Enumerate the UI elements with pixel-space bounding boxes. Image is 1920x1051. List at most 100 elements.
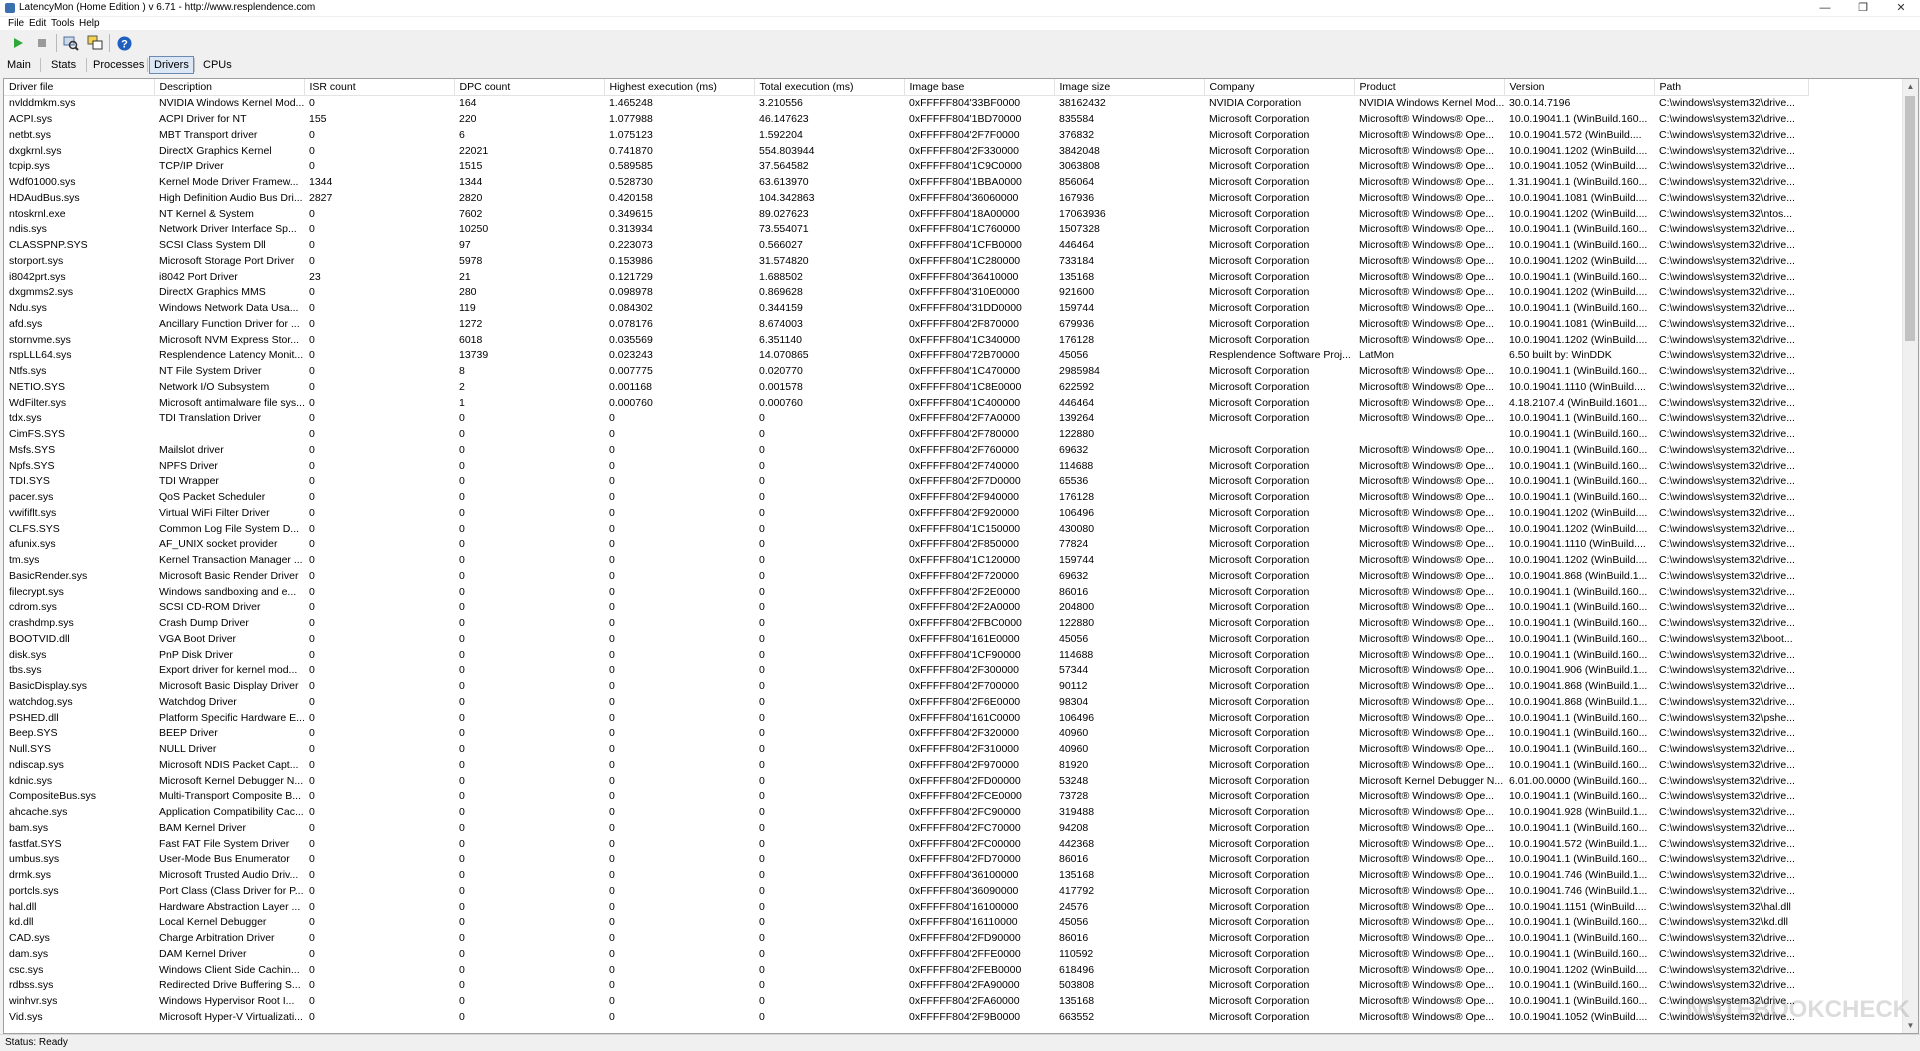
table-row[interactable]: disk.sys PnP Disk Driver 0 0 0 0 0xFFFFF804'1C…	[4, 647, 1808, 663]
table-cell: CLFS.SYS	[9, 522, 60, 535]
table-row[interactable]: afunix.sys AF_UNIX socket provider 0 0 0 0 0xF…	[4, 537, 1808, 553]
table-row[interactable]: tdx.sys TDI Translation Driver 0 0 0 0 0xFFFFF…	[4, 411, 1808, 427]
table-row[interactable]: Npfs.SYS NPFS Driver 0 0 0 0 0xFFFFF804'2F7400…	[4, 458, 1808, 474]
column-header[interactable]: Total execution (ms)	[754, 79, 905, 96]
column-header[interactable]: DPC count	[454, 79, 605, 96]
table-row[interactable]: BOOTVID.dll VGA Boot Driver 0 0 0 0 0xFFFFF804…	[4, 632, 1808, 648]
stop-icon[interactable]	[33, 34, 51, 52]
close-button[interactable]: ✕	[1882, 0, 1920, 16]
table-row[interactable]: TDI.SYS TDI Wrapper 0 0 0 0 0xFFFFF804'2F7D000…	[4, 474, 1808, 490]
table-row[interactable]: Ntfs.sys NT File System Driver 0 8 0.007775 0…	[4, 364, 1808, 380]
column-header[interactable]: Version	[1504, 79, 1655, 96]
table-cell: DirectX Graphics Kernel	[159, 144, 272, 157]
scan-icon[interactable]	[62, 34, 80, 52]
tab-stats[interactable]: Stats	[46, 56, 81, 74]
column-header[interactable]: Description	[154, 79, 305, 96]
table-row[interactable]: CLFS.SYS Common Log File System D... 0 0 0 0 0…	[4, 521, 1808, 537]
table-row[interactable]: crashdmp.sys Crash Dump Driver 0 0 0 0 0xFFFFF…	[4, 616, 1808, 632]
table-row[interactable]: NETIO.SYS Network I/O Subsystem 0 2 0.001168…	[4, 380, 1808, 396]
table-row[interactable]: WdFilter.sys Microsoft antimalware file s…	[4, 395, 1808, 411]
table-row[interactable]: vwififlt.sys Virtual WiFi Filter Driver 0 0…	[4, 506, 1808, 522]
table-row[interactable]: ndiscap.sys Microsoft NDIS Packet Capt...…	[4, 758, 1808, 774]
table-cell: 0	[609, 428, 615, 441]
table-row[interactable]: filecrypt.sys Windows sandboxing and e...…	[4, 584, 1808, 600]
column-header[interactable]: Company	[1204, 79, 1355, 96]
table-cell: 0	[759, 963, 765, 976]
table-row[interactable]: nvlddmkm.sys NVIDIA Windows Kernel Mod...…	[4, 96, 1808, 112]
table-row[interactable]: winhvr.sys Windows Hypervisor Root I... 0 0…	[4, 994, 1808, 1010]
table-row[interactable]: afd.sys Ancillary Function Driver for ...…	[4, 317, 1808, 333]
column-header[interactable]: Highest execution (ms)	[604, 79, 755, 96]
table-row[interactable]: tbs.sys Export driver for kernel mod... 0 0…	[4, 663, 1808, 679]
windows-icon[interactable]	[86, 34, 104, 52]
table-row[interactable]: ntoskrnl.exe NT Kernel & System 0 7602 0.349…	[4, 206, 1808, 222]
table-row[interactable]: Wdf01000.sys Kernel Mode Driver Framew...…	[4, 175, 1808, 191]
menu-help[interactable]: Help	[79, 17, 100, 30]
scroll-up-icon[interactable]: ▲	[1903, 79, 1918, 94]
table-row[interactable]: netbt.sys MBT Transport driver 0 6 1.075123 1…	[4, 128, 1808, 144]
table-row[interactable]: drmk.sys Microsoft Trusted Audio Driv... 0…	[4, 868, 1808, 884]
table-row[interactable]: i8042prt.sys i8042 Port Driver 23 21 0.12172…	[4, 269, 1808, 285]
table-row[interactable]: Msfs.SYS Mailslot driver 0 0 0 0 0xFFFFF804'2F…	[4, 443, 1808, 459]
play-icon[interactable]	[9, 34, 27, 52]
table-row[interactable]: stornvme.sys Microsoft NVM Express Stor..…	[4, 332, 1808, 348]
table-row[interactable]: cdrom.sys SCSI CD-ROM Driver 0 0 0 0 0xFFFFF80…	[4, 600, 1808, 616]
table-row[interactable]: CAD.sys Charge Arbitration Driver 0 0 0 0 0xFF…	[4, 931, 1808, 947]
table-row[interactable]: rspLLL64.sys Resplendence Latency Monit..…	[4, 348, 1808, 364]
table-row[interactable]: tm.sys Kernel Transaction Manager ... 0 0 0 0…	[4, 553, 1808, 569]
tab-processes[interactable]: Processes	[88, 56, 149, 74]
table-row[interactable]: tcpip.sys TCP/IP Driver 0 1515 0.589585 37.56…	[4, 159, 1808, 175]
table-row[interactable]: storport.sys Microsoft Storage Port Drive…	[4, 254, 1808, 270]
table-row[interactable]: BasicDisplay.sys Microsoft Basic Display …	[4, 679, 1808, 695]
table-row[interactable]: pacer.sys QoS Packet Scheduler 0 0 0 0 0xFFFFF…	[4, 490, 1808, 506]
table-row[interactable]: CimFS.SYS 0 0 0 0 0xFFFFF804'2F780000 122880 10…	[4, 427, 1808, 443]
table-cell: 0	[609, 569, 615, 582]
tab-drivers[interactable]: Drivers	[149, 56, 194, 74]
table-row[interactable]: ACPI.sys ACPI Driver for NT 155 220 1.077988…	[4, 112, 1808, 128]
menu-tools[interactable]: Tools	[51, 17, 74, 30]
column-header[interactable]: Product	[1354, 79, 1505, 96]
vertical-scrollbar[interactable]: ▲ ▼	[1902, 79, 1918, 1033]
table-row[interactable]: csc.sys Windows Client Side Cachin... 0 0 0 0…	[4, 962, 1808, 978]
table-cell: ndiscap.sys	[9, 758, 64, 771]
table-row[interactable]: dam.sys DAM Kernel Driver 0 0 0 0 0xFFFFF804'2…	[4, 947, 1808, 963]
minimize-button[interactable]: —	[1806, 0, 1844, 16]
table-row[interactable]: hal.dll Hardware Abstraction Layer ... 0 0 0…	[4, 899, 1808, 915]
column-header[interactable]: Image size	[1054, 79, 1205, 96]
tab-cpus[interactable]: CPUs	[198, 56, 237, 74]
table-row[interactable]: ndis.sys Network Driver Interface Sp... 0 1…	[4, 222, 1808, 238]
table-row[interactable]: CLASSPNP.SYS SCSI Class System Dll 0 97 0.22…	[4, 238, 1808, 254]
table-row[interactable]: Vid.sys Microsoft Hyper-V Virtualizati...…	[4, 1010, 1808, 1026]
table-row[interactable]: dxgmms2.sys DirectX Graphics MMS 0 280 0.098…	[4, 285, 1808, 301]
table-row[interactable]: PSHED.dll Platform Specific Hardware E...…	[4, 710, 1808, 726]
menu-edit[interactable]: Edit	[29, 17, 46, 30]
column-header[interactable]: Path	[1654, 79, 1809, 96]
table-row[interactable]: bam.sys BAM Kernel Driver 0 0 0 0 0xFFFFF804'2…	[4, 821, 1808, 837]
tab-main[interactable]: Main	[2, 56, 36, 74]
table-row[interactable]: Beep.SYS BEEP Driver 0 0 0 0 0xFFFFF804'2F3200…	[4, 726, 1808, 742]
scrollbar-thumb[interactable]	[1905, 96, 1915, 341]
table-row[interactable]: kd.dll Local Kernel Debugger 0 0 0 0 0xFFFFF80…	[4, 915, 1808, 931]
menu-file[interactable]: File	[8, 17, 24, 30]
table-row[interactable]: CompositeBus.sys Multi-Transport Composit…	[4, 789, 1808, 805]
column-header[interactable]: Driver file	[4, 79, 155, 96]
table-row[interactable]: rdbss.sys Redirected Drive Buffering S...…	[4, 978, 1808, 994]
table-row[interactable]: ahcache.sys Application Compatibility Cac…	[4, 805, 1808, 821]
drivers-list[interactable]: Driver file Description ISR count DPC count…	[3, 78, 1919, 1034]
table-row[interactable]: fastfat.SYS Fast FAT File System Driver 0 0…	[4, 836, 1808, 852]
table-row[interactable]: dxgkrnl.sys DirectX Graphics Kernel 0 22021…	[4, 143, 1808, 159]
table-cell: Microsoft® Windows® Ope...	[1359, 207, 1495, 220]
column-header[interactable]: Image base	[904, 79, 1055, 96]
table-row[interactable]: umbus.sys User-Mode Bus Enumerator 0 0 0 0 0xF…	[4, 852, 1808, 868]
table-row[interactable]: portcls.sys Port Class (Class Driver for …	[4, 884, 1808, 900]
table-row[interactable]: Null.SYS NULL Driver 0 0 0 0 0xFFFFF804'2F3100…	[4, 742, 1808, 758]
help-icon[interactable]: ?	[115, 34, 133, 52]
table-row[interactable]: Ndu.sys Windows Network Data Usa... 0 119 0.…	[4, 301, 1808, 317]
table-row[interactable]: BasicRender.sys Microsoft Basic Render Dr…	[4, 569, 1808, 585]
table-row[interactable]: watchdog.sys Watchdog Driver 0 0 0 0 0xFFFFF80…	[4, 695, 1808, 711]
table-cell: 0	[309, 853, 315, 866]
column-header[interactable]: ISR count	[304, 79, 455, 96]
table-row[interactable]: HDAudBus.sys High Definition Audio Bus Dr…	[4, 191, 1808, 207]
maximize-button[interactable]: ❐	[1844, 0, 1882, 16]
table-row[interactable]: kdnic.sys Microsoft Kernel Debugger N... 0…	[4, 773, 1808, 789]
